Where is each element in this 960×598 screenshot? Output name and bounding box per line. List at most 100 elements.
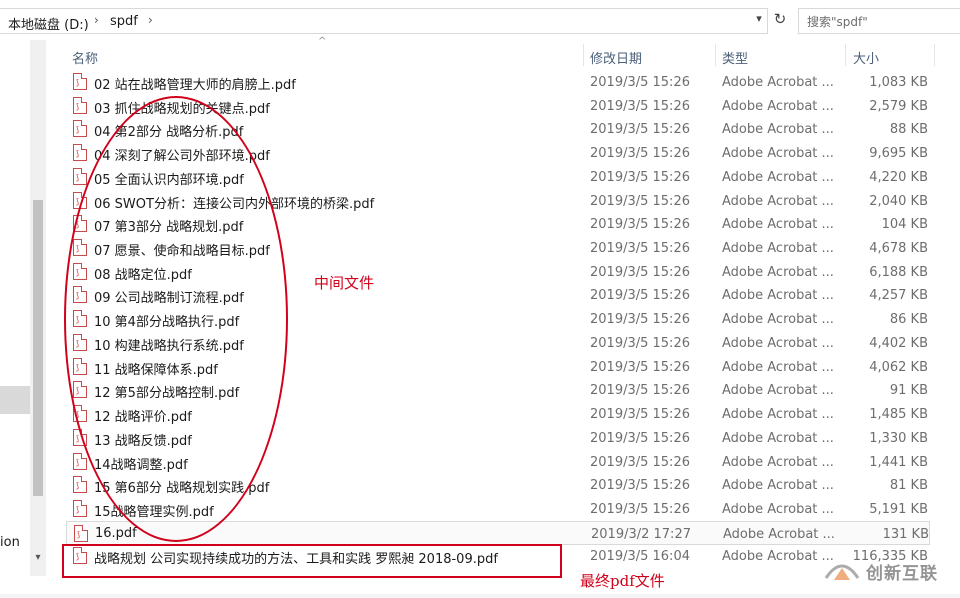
watermark-text: 创新互联 [866,564,938,584]
file-date: 2019/3/5 15:26 [590,288,690,303]
file-type: Adobe Acrobat ... [723,527,835,542]
file-date: 2019/3/5 15:26 [590,383,690,398]
file-date: 2019/3/5 15:26 [590,217,690,232]
breadcrumb-chevron-icon[interactable]: › [148,13,153,27]
breadcrumb-drive[interactable]: 本地磁盘 (D:) [8,14,89,33]
watermark-logo-icon [824,564,860,580]
nav-item-label[interactable]: ion [0,535,20,550]
column-divider[interactable] [583,44,584,66]
file-size: 91 KB [889,383,928,398]
pdf-glyph-icon: ⟆ [76,102,80,111]
file-size: 6,188 KB [869,265,928,280]
annotation-middle-files: 中间文件 [314,274,375,292]
file-date: 2019/3/5 15:26 [590,194,690,209]
status-bar-edge [0,594,960,598]
address-bar[interactable]: 本地磁盘 (D:) › spdf › [0,8,768,34]
file-type: Adobe Acrobat ... [722,502,834,517]
file-type: Adobe Acrobat ... [722,383,834,398]
file-size: 131 KB [882,527,929,542]
pdf-file-icon: ⟆ [73,168,87,185]
file-date: 2019/3/5 15:26 [590,146,690,161]
file-date: 2019/3/5 15:26 [590,170,690,185]
pdf-file-icon: ⟆ [73,97,87,114]
file-type: Adobe Acrobat ... [722,194,834,209]
file-type: Adobe Acrobat ... [722,75,834,90]
file-type: Adobe Acrobat ... [722,146,834,161]
file-size: 2,040 KB [869,194,928,209]
sort-ascending-icon: ^ [318,36,327,47]
search-box[interactable] [798,8,960,34]
nav-scrollbar-thumb[interactable] [33,200,43,496]
file-type: Adobe Acrobat ... [722,407,834,422]
file-size: 9,695 KB [869,146,928,161]
file-type: Adobe Acrobat ... [722,431,834,446]
pdf-glyph-icon: ⟆ [76,149,80,158]
file-size: 1,441 KB [869,455,928,470]
breadcrumb-chevron-icon[interactable]: › [94,13,99,27]
scroll-down-icon[interactable]: ▾ [32,552,44,566]
file-type: Adobe Acrobat ... [722,122,834,137]
file-type: Adobe Acrobat ... [722,312,834,327]
pdf-file-icon: ⟆ [73,120,87,137]
file-size: 1,083 KB [869,75,928,90]
address-row: 本地磁盘 (D:) › spdf › ▾ ↻ [0,0,960,40]
file-date: 2019/3/5 15:26 [590,99,690,114]
file-size: 1,330 KB [869,431,928,446]
file-type: Adobe Acrobat ... [722,241,834,256]
annotation-ellipse [64,96,288,542]
file-type: Adobe Acrobat ... [722,170,834,185]
file-type: Adobe Acrobat ... [722,455,834,470]
pdf-glyph-icon: ⟆ [76,458,80,467]
file-size: 88 KB [889,122,928,137]
file-size: 4,402 KB [869,336,928,351]
file-name: 02 站在战略管理大师的肩膀上.pdf [94,78,296,93]
file-date: 2019/3/5 15:26 [590,312,690,327]
file-size: 4,678 KB [869,241,928,256]
file-date: 2019/3/5 15:26 [590,336,690,351]
address-dropdown-icon[interactable]: ▾ [752,12,766,28]
file-type: Adobe Acrobat ... [722,360,834,375]
file-date: 2019/3/5 15:26 [590,431,690,446]
file-size: 5,191 KB [869,502,928,517]
file-date: 2019/3/2 17:27 [591,527,691,542]
file-date: 2019/3/5 15:26 [590,360,690,375]
column-divider[interactable] [845,44,846,66]
pdf-glyph-icon: ⟆ [77,530,81,539]
navigation-pane: ion [0,40,30,598]
pdf-file-icon: ⟆ [73,476,87,493]
file-size: 2,579 KB [869,99,928,114]
file-type: Adobe Acrobat ... [722,265,834,280]
file-date: 2019/3/5 15:26 [590,241,690,256]
file-name: 16.pdf [95,526,137,541]
file-type: Adobe Acrobat ... [722,336,834,351]
search-input[interactable] [807,13,957,31]
file-date: 2019/3/5 15:26 [590,407,690,422]
pdf-glyph-icon: ⟆ [76,173,80,182]
pdf-file-icon: ⟆ [73,453,87,470]
file-date: 2019/3/5 15:26 [590,122,690,137]
file-type: Adobe Acrobat ... [722,549,834,564]
pdf-file-icon: ⟆ [73,144,87,161]
column-divider[interactable] [934,44,935,66]
pdf-glyph-icon: ⟆ [76,505,80,514]
file-date: 2019/3/5 15:26 [590,455,690,470]
pdf-file-icon: ⟆ [74,525,88,542]
file-size: 4,220 KB [869,170,928,185]
refresh-icon[interactable]: ↻ [770,10,790,30]
pdf-glyph-icon: ⟆ [76,434,80,443]
file-size: 86 KB [889,312,928,327]
annotation-final-pdf: 最终pdf文件 [580,572,665,590]
file-size: 4,062 KB [869,360,928,375]
file-row[interactable]: ⟆ 02 站在战略管理大师的肩膀上.pdf 2019/3/5 15:26 Adobe … [66,70,930,94]
pdf-glyph-icon: ⟆ [76,78,80,87]
nav-selected-item[interactable] [0,386,30,414]
column-divider[interactable] [715,44,716,66]
file-date: 2019/3/5 15:26 [590,75,690,90]
file-date: 2019/3/5 15:26 [590,502,690,517]
file-size: 104 KB [881,217,928,232]
file-type: Adobe Acrobat ... [722,478,834,493]
file-type: Adobe Acrobat ... [722,99,834,114]
breadcrumb-folder[interactable]: spdf [110,14,138,29]
pdf-file-icon: ⟆ [73,500,87,517]
file-size: 1,485 KB [869,407,928,422]
